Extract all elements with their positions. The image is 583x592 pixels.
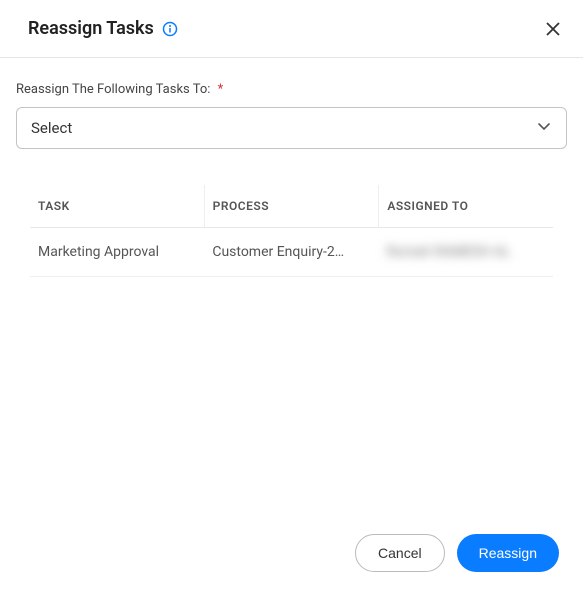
label-text: Reassign The Following Tasks To: bbox=[16, 82, 210, 97]
select-value: Select bbox=[31, 119, 72, 137]
header-left: Reassign Tasks bbox=[28, 18, 178, 39]
cell-task: Marketing Approval bbox=[30, 228, 204, 276]
reassign-to-select[interactable]: Select bbox=[16, 107, 567, 149]
cancel-button[interactable]: Cancel bbox=[355, 534, 445, 572]
dialog-title: Reassign Tasks bbox=[28, 18, 154, 39]
dialog-footer: Cancel Reassign bbox=[0, 516, 583, 592]
cell-process: Customer Enquiry-2… bbox=[204, 228, 378, 276]
reassign-tasks-dialog: Reassign Tasks Reassign The Following Ta… bbox=[0, 0, 583, 592]
chevron-down-icon bbox=[536, 118, 552, 138]
reassign-to-label: Reassign The Following Tasks To: * bbox=[16, 82, 567, 97]
col-task: TASK bbox=[30, 185, 205, 227]
required-asterisk: * bbox=[218, 82, 224, 97]
dialog-header: Reassign Tasks bbox=[0, 0, 583, 58]
tasks-table: TASK PROCESS ASSIGNED TO Marketing Appro… bbox=[16, 185, 567, 277]
cell-assigned-to: Rumah RAMESH AL bbox=[379, 228, 553, 276]
col-process: PROCESS bbox=[205, 185, 380, 227]
table-header-row: TASK PROCESS ASSIGNED TO bbox=[30, 185, 553, 228]
table-row: Marketing Approval Customer Enquiry-2… R… bbox=[30, 228, 553, 277]
close-icon[interactable] bbox=[543, 19, 563, 39]
col-assigned-to: ASSIGNED TO bbox=[379, 185, 553, 227]
reassign-button[interactable]: Reassign bbox=[457, 534, 559, 572]
dialog-body: Reassign The Following Tasks To: * Selec… bbox=[0, 58, 583, 516]
info-icon[interactable] bbox=[162, 21, 178, 37]
